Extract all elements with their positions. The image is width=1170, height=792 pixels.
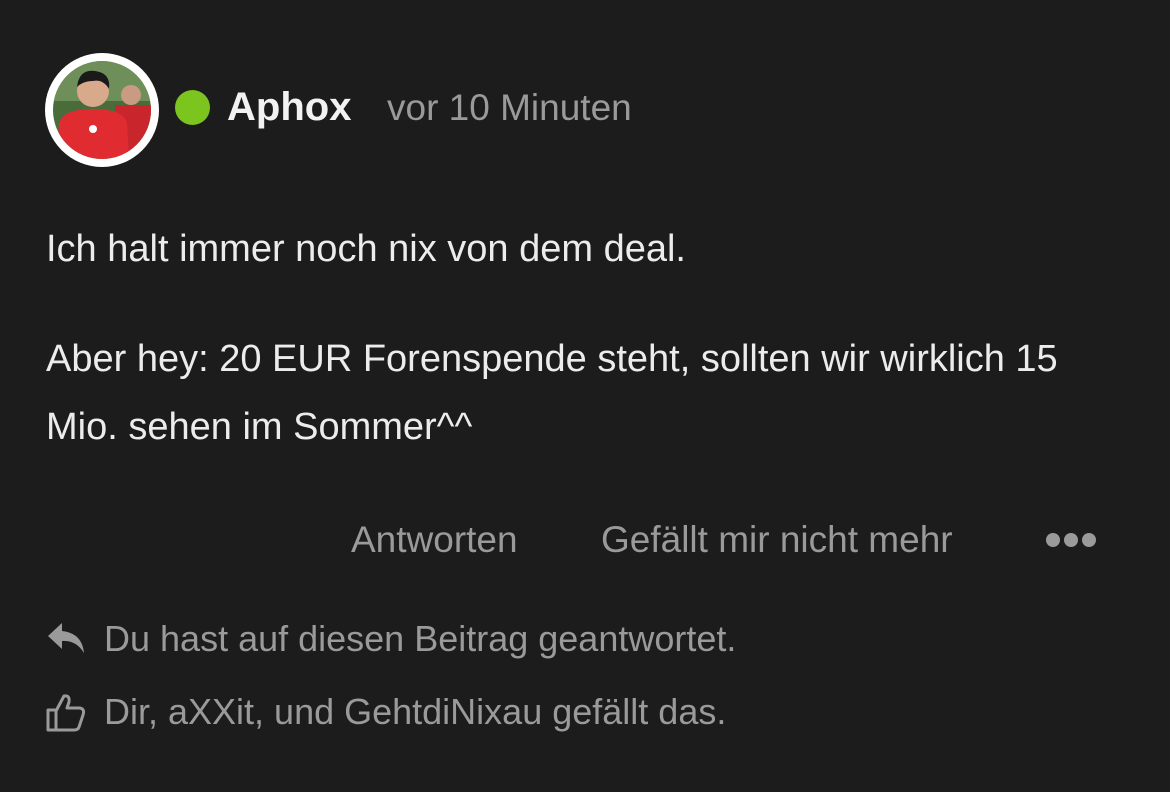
author-name[interactable]: Aphox — [227, 84, 351, 130]
reply-arrow-icon — [48, 623, 84, 653]
replied-notice-text: Du hast auf diesen Beitrag geantwortet. — [104, 618, 737, 659]
thumbs-up-icon — [46, 694, 86, 732]
avatar-photo — [53, 61, 151, 159]
forum-post: Aphox vor 10 Minuten Ich halt immer noch… — [0, 0, 1170, 792]
post-content: Ich halt immer noch nix von dem deal. Ab… — [46, 215, 1106, 503]
reply-button[interactable]: Antworten — [351, 516, 518, 564]
ellipsis-icon — [1046, 533, 1096, 547]
post-timestamp[interactable]: vor 10 Minuten — [387, 86, 632, 130]
likes-summary[interactable]: Dir, aXXit, und GehtdiNixau gefällt das. — [44, 688, 726, 736]
post-paragraph: Ich halt immer noch nix von dem deal. — [46, 228, 686, 270]
online-status-indicator — [175, 90, 210, 125]
post-paragraph: Aber hey: 20 EUR Forenspende steht, soll… — [46, 338, 1058, 448]
unlike-button[interactable]: Gefällt mir nicht mehr — [601, 516, 953, 564]
more-options-button[interactable] — [1044, 526, 1098, 554]
likes-summary-text: Dir, aXXit, und GehtdiNixau gefällt das. — [104, 691, 727, 732]
avatar[interactable] — [45, 53, 159, 167]
replied-notice: Du hast auf diesen Beitrag geantwortet. — [44, 615, 736, 663]
